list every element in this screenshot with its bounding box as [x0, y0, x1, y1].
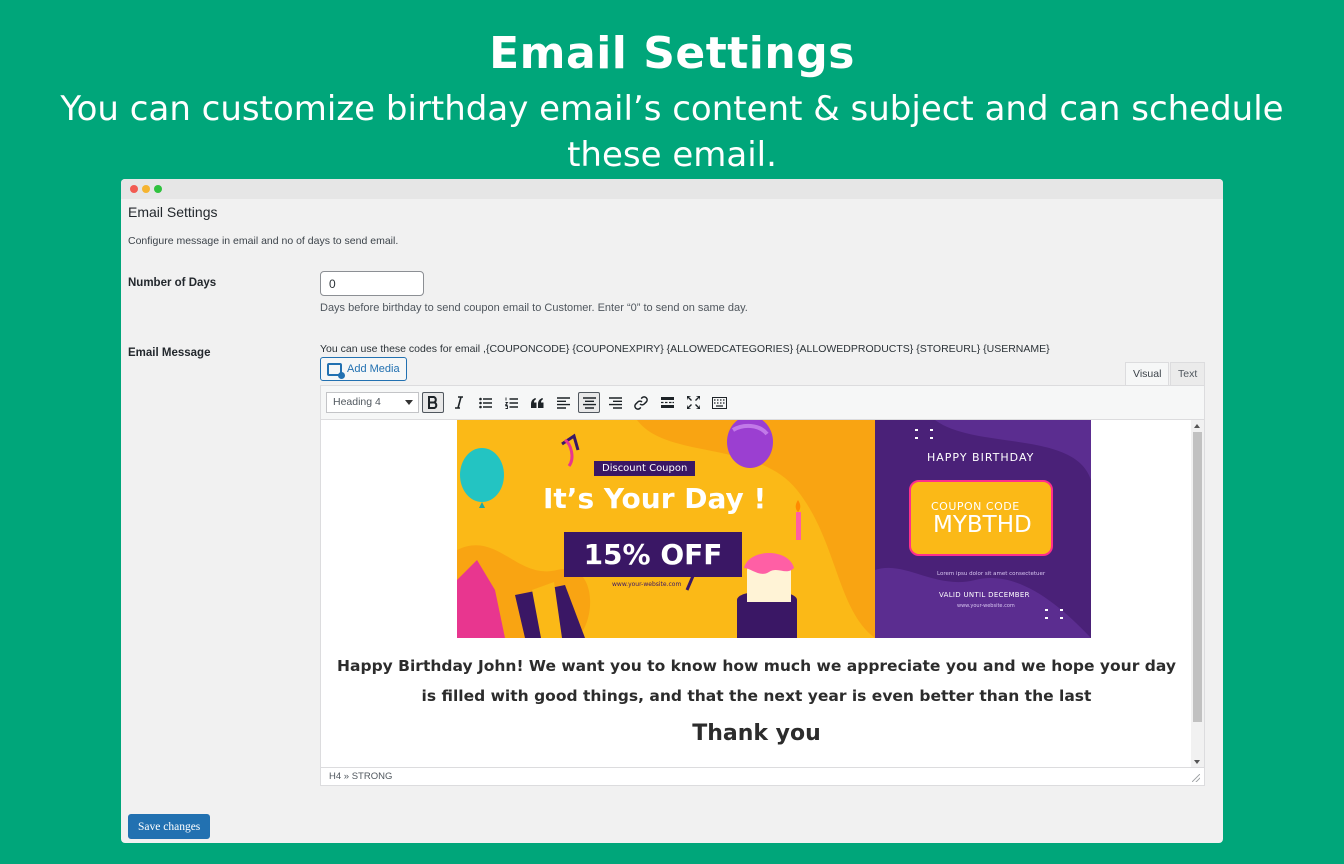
add-media-label: Add Media	[347, 363, 400, 375]
maximize-window-icon[interactable]	[154, 185, 162, 193]
editor-content[interactable]: Discount Coupon It’s Your Day ! 15% OFF …	[321, 420, 1191, 768]
tab-text[interactable]: Text	[1170, 362, 1206, 386]
editor-scrollbar[interactable]	[1191, 420, 1204, 768]
banner-website-right: www.your-website.com	[957, 603, 1015, 609]
discount-offer: 15% OFF	[564, 532, 742, 577]
discount-coupon-tag: Discount Coupon	[594, 461, 696, 476]
format-select-value: Heading 4	[333, 396, 381, 408]
email-body-message: Happy Birthday John! We want you to know…	[337, 657, 1176, 705]
window-titlebar	[121, 179, 1223, 199]
section-description: Configure message in email and no of day…	[128, 235, 399, 247]
email-codes-hint: You can use these codes for email ,{COUP…	[320, 343, 1050, 355]
align-right-icon[interactable]	[604, 392, 626, 413]
email-editor: Heading 4 Discount Coupon It’s Your Day …	[320, 385, 1205, 786]
scroll-up-icon[interactable]	[1194, 424, 1200, 428]
bullet-list-icon[interactable]	[474, 392, 496, 413]
read-more-icon[interactable]	[656, 392, 678, 413]
banner-lorem: Lorem ipsu dolor sit amet consectetuer	[937, 571, 1046, 577]
add-media-button[interactable]: Add Media	[320, 357, 407, 381]
birthday-coupon-banner: Discount Coupon It’s Your Day ! 15% OFF …	[457, 420, 1091, 638]
scroll-thumb[interactable]	[1193, 432, 1202, 722]
fullscreen-icon[interactable]	[682, 392, 704, 413]
number-of-days-input[interactable]	[320, 271, 424, 296]
blockquote-icon[interactable]	[526, 392, 548, 413]
email-message-label: Email Message	[128, 347, 211, 359]
hero-subtitle: You can customize birthday email’s conte…	[60, 89, 1284, 175]
editor-toolbar: Heading 4	[321, 386, 1204, 420]
bold-icon[interactable]	[422, 392, 444, 413]
hero-title: Email Settings	[489, 28, 855, 79]
banner-website-left: www.your-website.com	[612, 581, 682, 588]
minimize-window-icon[interactable]	[142, 185, 150, 193]
save-changes-button[interactable]: Save changes	[128, 814, 211, 839]
number-of-days-help: Days before birthday to send coupon emai…	[320, 302, 748, 314]
email-thanks: Thank you	[692, 721, 821, 746]
number-of-days-label: Number of Days	[128, 277, 217, 289]
link-icon[interactable]	[630, 392, 652, 413]
tab-visual[interactable]: Visual	[1125, 362, 1170, 386]
scroll-down-icon[interactable]	[1194, 760, 1200, 764]
numbered-list-icon[interactable]	[500, 392, 522, 413]
banner-headline: It’s Your Day !	[543, 482, 767, 515]
chevron-down-icon	[405, 400, 413, 405]
italic-icon[interactable]	[448, 392, 470, 413]
banner-left-panel: Discount Coupon It’s Your Day ! 15% OFF …	[457, 420, 875, 638]
format-select[interactable]: Heading 4	[326, 392, 419, 413]
align-center-icon[interactable]	[578, 392, 600, 413]
add-media-icon	[327, 362, 345, 379]
element-path[interactable]: H4 » STRONG	[329, 771, 392, 782]
coupon-validity: VALID UNTIL DECEMBER	[939, 591, 1030, 599]
close-window-icon[interactable]	[130, 185, 138, 193]
banner-greeting: HAPPY BIRTHDAY	[927, 451, 1035, 464]
editor-status-bar: H4 » STRONG	[321, 767, 1204, 785]
align-left-icon[interactable]	[552, 392, 574, 413]
settings-window: Email Settings Configure message in emai…	[121, 179, 1223, 843]
resize-handle-icon[interactable]	[1192, 774, 1200, 782]
toolbar-toggle-icon[interactable]	[708, 392, 730, 413]
section-title: Email Settings	[128, 204, 218, 220]
coupon-code-value: MYBTHD	[933, 512, 1032, 538]
